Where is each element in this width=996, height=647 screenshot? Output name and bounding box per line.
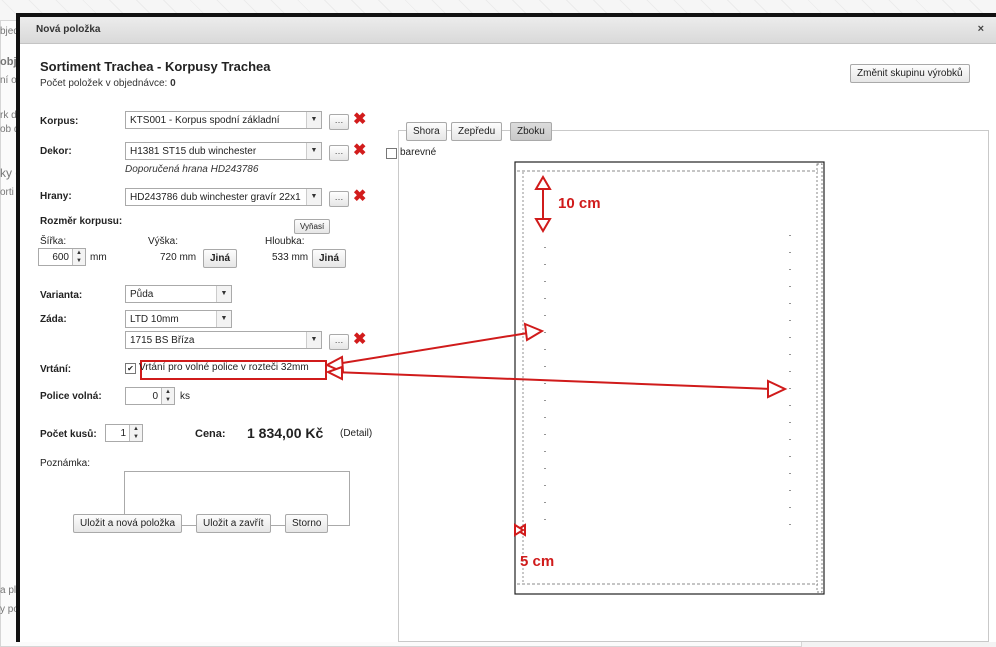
background-text: a pl xyxy=(0,585,17,596)
background-text: orti xyxy=(0,187,14,198)
side-panel xyxy=(816,163,823,593)
annotation-top: 10 cm xyxy=(558,195,601,212)
annotation-bottom: 5 cm xyxy=(520,553,555,570)
side-view-drawing xyxy=(324,161,825,595)
carcass-outline xyxy=(514,161,825,595)
vertical-dimension-arrow xyxy=(534,175,552,233)
horizontal-dimension-arrow xyxy=(514,523,526,537)
callout-arrows xyxy=(324,322,788,399)
background-text: obj xyxy=(0,56,17,68)
new-item-dialog: Nová položka × Sortiment Trachea - Korpu… xyxy=(20,17,996,642)
